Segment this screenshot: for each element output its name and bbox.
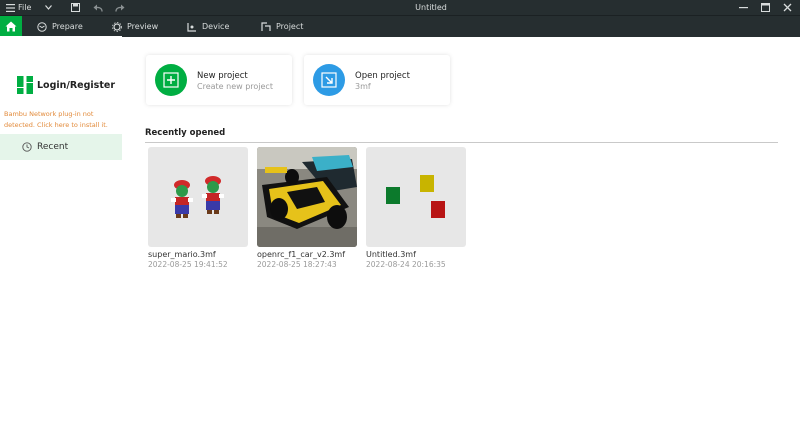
open-project-subtitle: 3mf	[355, 82, 371, 91]
tab-preview-label: Preview	[127, 22, 159, 31]
window-title: Untitled	[415, 3, 447, 12]
untitled-thumbnail	[366, 147, 466, 247]
recent-file-date: 2022-08-25 18:27:43	[257, 260, 337, 269]
cube-icon	[37, 21, 47, 32]
recent-file-item[interactable]: Untitled.3mf 2022-08-24 20:16:35	[366, 147, 467, 269]
tab-prepare-label: Prepare	[52, 22, 83, 31]
title-bar: File Untitled	[0, 0, 800, 15]
minimize-button[interactable]	[739, 0, 748, 15]
new-project-icon	[155, 64, 187, 96]
login-register-label: Login/Register	[37, 79, 116, 91]
recent-file-date: 2022-08-24 20:16:35	[366, 260, 446, 269]
sidebar	[0, 36, 122, 429]
gear-icon	[112, 21, 122, 32]
clock-icon	[22, 142, 32, 152]
device-icon	[187, 22, 196, 32]
tab-device-label: Device	[202, 22, 230, 31]
close-icon	[783, 3, 792, 12]
sidebar-item-recent-label: Recent	[37, 142, 69, 152]
new-project-card[interactable]: New project Create new project	[146, 55, 292, 105]
open-project-title: Open project	[355, 71, 410, 81]
home-tab[interactable]	[0, 16, 22, 37]
recent-file-name: openrc_f1_car_v2.3mf	[257, 250, 346, 259]
recently-opened-heading: Recently opened	[145, 128, 226, 138]
tab-project[interactable]: Project	[261, 16, 303, 37]
open-project-icon	[313, 64, 345, 96]
close-button[interactable]	[783, 0, 792, 15]
tab-preview[interactable]: Preview	[112, 16, 158, 37]
mario-thumbnail	[148, 147, 248, 247]
login-register-button[interactable]: Login/Register	[17, 76, 115, 94]
new-project-title: New project	[197, 71, 248, 81]
section-divider	[145, 142, 778, 143]
plugin-warning-link[interactable]: Bambu Network plug-in not detected. Clic…	[4, 109, 122, 131]
open-project-card[interactable]: Open project 3mf	[304, 55, 450, 105]
tab-project-label: Project	[276, 22, 304, 31]
recent-file-name: super_mario.3mf	[148, 250, 216, 259]
home-icon	[5, 21, 17, 32]
recent-file-item[interactable]: openrc_f1_car_v2.3mf 2022-08-25 18:27:43	[257, 147, 358, 269]
recent-file-date: 2022-08-25 19:41:52	[148, 260, 228, 269]
sidebar-item-recent[interactable]: Recent	[0, 134, 122, 160]
minimize-icon	[739, 7, 748, 9]
recent-file-name: Untitled.3mf	[366, 250, 416, 259]
tab-device[interactable]: Device	[187, 16, 229, 37]
project-icon	[261, 21, 271, 31]
f1-car-thumbnail	[257, 147, 357, 247]
maximize-icon	[761, 3, 770, 12]
bambu-logo-icon	[17, 76, 33, 94]
recent-file-item[interactable]: super_mario.3mf 2022-08-25 19:41:52	[148, 147, 249, 269]
main-tab-bar: Prepare Preview Device Project	[0, 15, 800, 37]
new-project-subtitle: Create new project	[197, 82, 273, 91]
tab-prepare[interactable]: Prepare	[37, 16, 83, 37]
maximize-button[interactable]	[761, 0, 770, 15]
